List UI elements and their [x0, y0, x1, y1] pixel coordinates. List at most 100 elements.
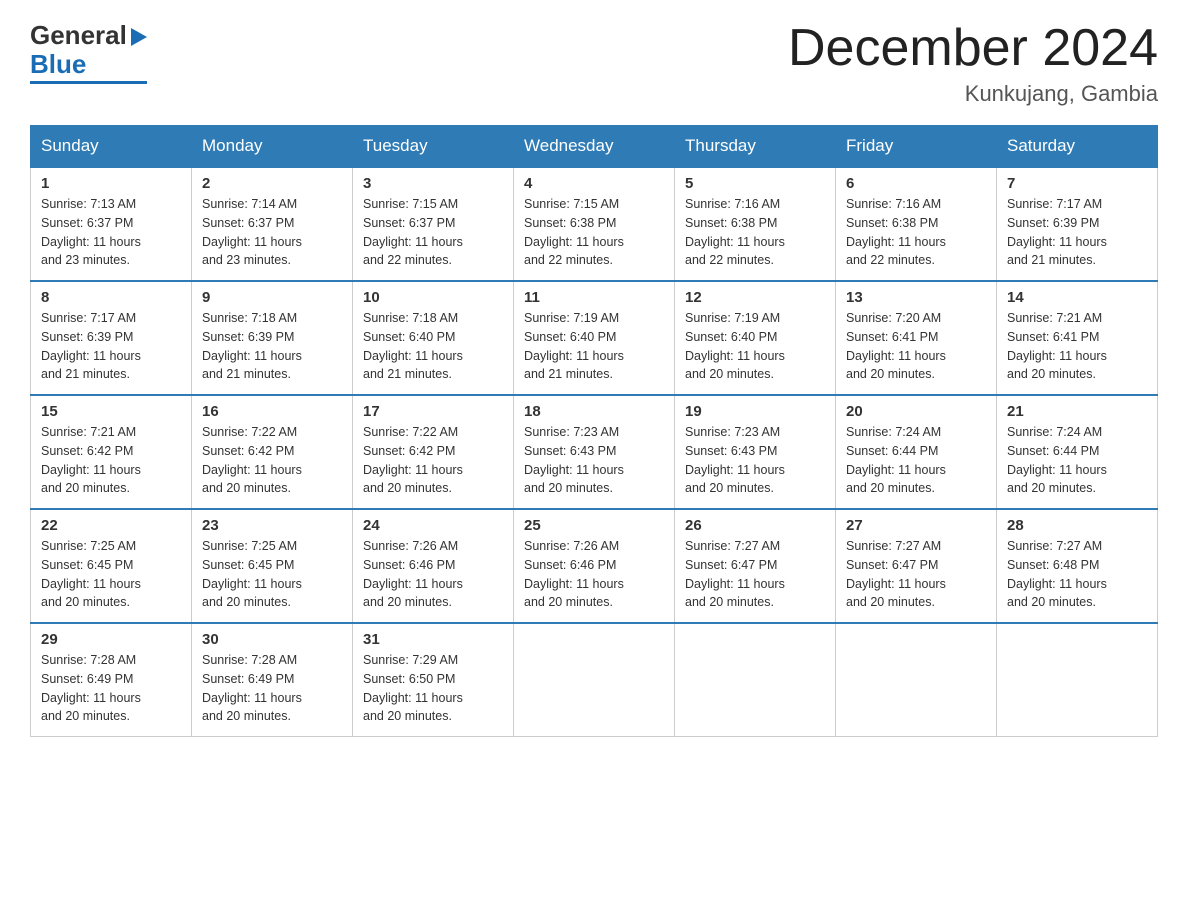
day-number: 17 — [363, 403, 503, 420]
calendar-cell — [514, 623, 675, 737]
day-info: Sunrise: 7:26 AM Sunset: 6:46 PM Dayligh… — [524, 537, 664, 612]
day-number: 2 — [202, 175, 342, 192]
logo: General Blue — [30, 20, 147, 84]
calendar-cell: 18 Sunrise: 7:23 AM Sunset: 6:43 PM Dayli… — [514, 395, 675, 509]
day-number: 8 — [41, 289, 181, 306]
calendar-cell: 31Sunrise: 7:29 AM Sunset: 6:50 PM Dayli… — [353, 623, 514, 737]
day-number: 24 — [363, 517, 503, 534]
calendar-cell — [997, 623, 1158, 737]
day-number: 30 — [202, 631, 342, 648]
day-info: Sunrise: 7:19 AM Sunset: 6:40 PM Dayligh… — [524, 309, 664, 384]
calendar-cell: 1Sunrise: 7:13 AM Sunset: 6:37 PM Daylig… — [31, 167, 192, 281]
location: Kunkujang, Gambia — [788, 81, 1158, 107]
page-header: General Blue December 2024 Kunkujang, Ga… — [30, 20, 1158, 107]
day-info: Sunrise: 7:20 AM Sunset: 6:41 PM Dayligh… — [846, 309, 986, 384]
calendar-cell: 15 Sunrise: 7:21 AM Sunset: 6:42 PM Dayli… — [31, 395, 192, 509]
day-number: 5 — [685, 175, 825, 192]
calendar-cell: 17 Sunrise: 7:22 AM Sunset: 6:42 PM Dayli… — [353, 395, 514, 509]
logo-arrow-icon — [131, 28, 147, 46]
day-number: 6 — [846, 175, 986, 192]
day-number: 10 — [363, 289, 503, 306]
logo-general-text: General — [30, 20, 127, 51]
calendar-day-header: Saturday — [997, 126, 1158, 168]
calendar-table: SundayMondayTuesdayWednesdayThursdayFrid… — [30, 125, 1158, 737]
day-info: Sunrise: 7:16 AM Sunset: 6:38 PM Dayligh… — [846, 195, 986, 270]
day-number: 18 — [524, 403, 664, 420]
calendar-cell: 7 Sunrise: 7:17 AM Sunset: 6:39 PM Daylig… — [997, 167, 1158, 281]
calendar-week-row: 8 Sunrise: 7:17 AM Sunset: 6:39 PM Daylig… — [31, 281, 1158, 395]
day-info: Sunrise: 7:29 AM Sunset: 6:50 PM Dayligh… — [363, 651, 503, 726]
day-info: Sunrise: 7:16 AM Sunset: 6:38 PM Dayligh… — [685, 195, 825, 270]
calendar-day-header: Friday — [836, 126, 997, 168]
calendar-cell: 24 Sunrise: 7:26 AM Sunset: 6:46 PM Dayli… — [353, 509, 514, 623]
calendar-cell: 10 Sunrise: 7:18 AM Sunset: 6:40 PM Dayli… — [353, 281, 514, 395]
calendar-cell: 4 Sunrise: 7:15 AM Sunset: 6:38 PM Daylig… — [514, 167, 675, 281]
day-info: Sunrise: 7:17 AM Sunset: 6:39 PM Dayligh… — [1007, 195, 1147, 270]
day-info: Sunrise: 7:18 AM Sunset: 6:40 PM Dayligh… — [363, 309, 503, 384]
day-info: Sunrise: 7:27 AM Sunset: 6:48 PM Dayligh… — [1007, 537, 1147, 612]
day-info: Sunrise: 7:23 AM Sunset: 6:43 PM Dayligh… — [524, 423, 664, 498]
day-info: Sunrise: 7:19 AM Sunset: 6:40 PM Dayligh… — [685, 309, 825, 384]
day-info: Sunrise: 7:23 AM Sunset: 6:43 PM Dayligh… — [685, 423, 825, 498]
calendar-cell: 19Sunrise: 7:23 AM Sunset: 6:43 PM Dayli… — [675, 395, 836, 509]
day-info: Sunrise: 7:28 AM Sunset: 6:49 PM Dayligh… — [202, 651, 342, 726]
calendar-cell: 26Sunrise: 7:27 AM Sunset: 6:47 PM Dayli… — [675, 509, 836, 623]
day-info: Sunrise: 7:26 AM Sunset: 6:46 PM Dayligh… — [363, 537, 503, 612]
calendar-cell: 25 Sunrise: 7:26 AM Sunset: 6:46 PM Dayli… — [514, 509, 675, 623]
calendar-cell: 9Sunrise: 7:18 AM Sunset: 6:39 PM Daylig… — [192, 281, 353, 395]
day-number: 25 — [524, 517, 664, 534]
day-number: 22 — [41, 517, 181, 534]
day-number: 28 — [1007, 517, 1147, 534]
calendar-cell: 6 Sunrise: 7:16 AM Sunset: 6:38 PM Daylig… — [836, 167, 997, 281]
month-title: December 2024 — [788, 20, 1158, 77]
calendar-cell: 12Sunrise: 7:19 AM Sunset: 6:40 PM Dayli… — [675, 281, 836, 395]
day-number: 15 — [41, 403, 181, 420]
day-info: Sunrise: 7:27 AM Sunset: 6:47 PM Dayligh… — [846, 537, 986, 612]
calendar-cell: 30 Sunrise: 7:28 AM Sunset: 6:49 PM Dayli… — [192, 623, 353, 737]
day-number: 27 — [846, 517, 986, 534]
calendar-cell: 27 Sunrise: 7:27 AM Sunset: 6:47 PM Dayli… — [836, 509, 997, 623]
calendar-week-row: 15 Sunrise: 7:21 AM Sunset: 6:42 PM Dayli… — [31, 395, 1158, 509]
calendar-cell: 11 Sunrise: 7:19 AM Sunset: 6:40 PM Dayli… — [514, 281, 675, 395]
calendar-cell: 21Sunrise: 7:24 AM Sunset: 6:44 PM Dayli… — [997, 395, 1158, 509]
day-number: 13 — [846, 289, 986, 306]
day-info: Sunrise: 7:14 AM Sunset: 6:37 PM Dayligh… — [202, 195, 342, 270]
day-info: Sunrise: 7:22 AM Sunset: 6:42 PM Dayligh… — [202, 423, 342, 498]
calendar-cell: 5 Sunrise: 7:16 AM Sunset: 6:38 PM Daylig… — [675, 167, 836, 281]
day-info: Sunrise: 7:17 AM Sunset: 6:39 PM Dayligh… — [41, 309, 181, 384]
day-info: Sunrise: 7:22 AM Sunset: 6:42 PM Dayligh… — [363, 423, 503, 498]
logo-blue-text: Blue — [30, 49, 86, 80]
day-number: 3 — [363, 175, 503, 192]
calendar-day-header: Wednesday — [514, 126, 675, 168]
calendar-day-header: Tuesday — [353, 126, 514, 168]
day-number: 21 — [1007, 403, 1147, 420]
calendar-cell: 29Sunrise: 7:28 AM Sunset: 6:49 PM Dayli… — [31, 623, 192, 737]
calendar-cell: 23Sunrise: 7:25 AM Sunset: 6:45 PM Dayli… — [192, 509, 353, 623]
day-info: Sunrise: 7:18 AM Sunset: 6:39 PM Dayligh… — [202, 309, 342, 384]
day-number: 4 — [524, 175, 664, 192]
calendar-day-header: Monday — [192, 126, 353, 168]
day-number: 7 — [1007, 175, 1147, 192]
day-number: 1 — [41, 175, 181, 192]
calendar-week-row: 1Sunrise: 7:13 AM Sunset: 6:37 PM Daylig… — [31, 167, 1158, 281]
day-info: Sunrise: 7:15 AM Sunset: 6:37 PM Dayligh… — [363, 195, 503, 270]
calendar-cell — [836, 623, 997, 737]
day-info: Sunrise: 7:25 AM Sunset: 6:45 PM Dayligh… — [202, 537, 342, 612]
calendar-cell: 28 Sunrise: 7:27 AM Sunset: 6:48 PM Dayli… — [997, 509, 1158, 623]
calendar-cell: 16Sunrise: 7:22 AM Sunset: 6:42 PM Dayli… — [192, 395, 353, 509]
calendar-cell: 22 Sunrise: 7:25 AM Sunset: 6:45 PM Dayli… — [31, 509, 192, 623]
day-number: 14 — [1007, 289, 1147, 306]
calendar-day-header: Thursday — [675, 126, 836, 168]
day-number: 11 — [524, 289, 664, 306]
calendar-week-row: 22 Sunrise: 7:25 AM Sunset: 6:45 PM Dayli… — [31, 509, 1158, 623]
calendar-day-header: Sunday — [31, 126, 192, 168]
calendar-cell: 14Sunrise: 7:21 AM Sunset: 6:41 PM Dayli… — [997, 281, 1158, 395]
day-info: Sunrise: 7:25 AM Sunset: 6:45 PM Dayligh… — [41, 537, 181, 612]
day-info: Sunrise: 7:21 AM Sunset: 6:42 PM Dayligh… — [41, 423, 181, 498]
day-number: 29 — [41, 631, 181, 648]
calendar-cell: 8 Sunrise: 7:17 AM Sunset: 6:39 PM Daylig… — [31, 281, 192, 395]
calendar-cell — [675, 623, 836, 737]
title-block: December 2024 Kunkujang, Gambia — [788, 20, 1158, 107]
day-info: Sunrise: 7:15 AM Sunset: 6:38 PM Dayligh… — [524, 195, 664, 270]
day-number: 26 — [685, 517, 825, 534]
